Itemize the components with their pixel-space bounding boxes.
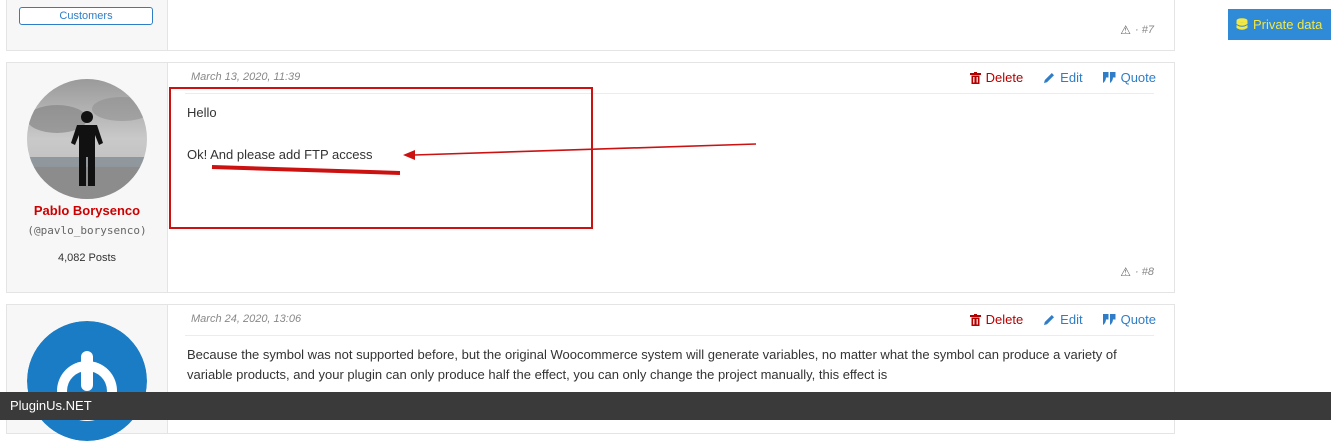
footer-bar: PluginUs.NET xyxy=(0,392,1331,420)
private-data-label: Private data xyxy=(1253,17,1323,32)
annotation-arrow xyxy=(211,143,757,175)
site-name[interactable]: PluginUs.NET xyxy=(10,398,92,413)
private-data-button[interactable]: Private data xyxy=(1228,9,1331,40)
database-icon xyxy=(1236,17,1248,30)
